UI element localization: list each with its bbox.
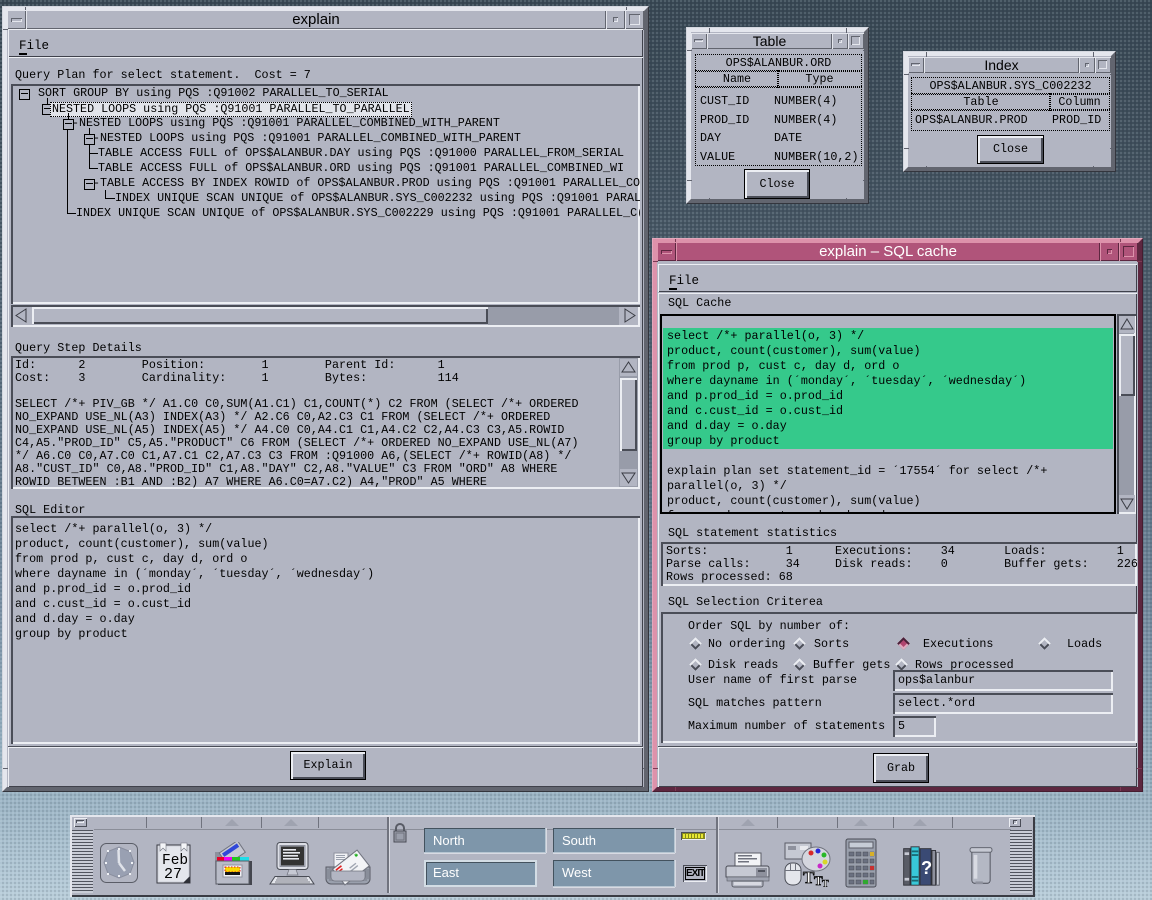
svg-text:T: T [822, 879, 829, 887]
svg-text:?: ? [921, 857, 932, 878]
svg-text:27: 27 [164, 866, 182, 883]
